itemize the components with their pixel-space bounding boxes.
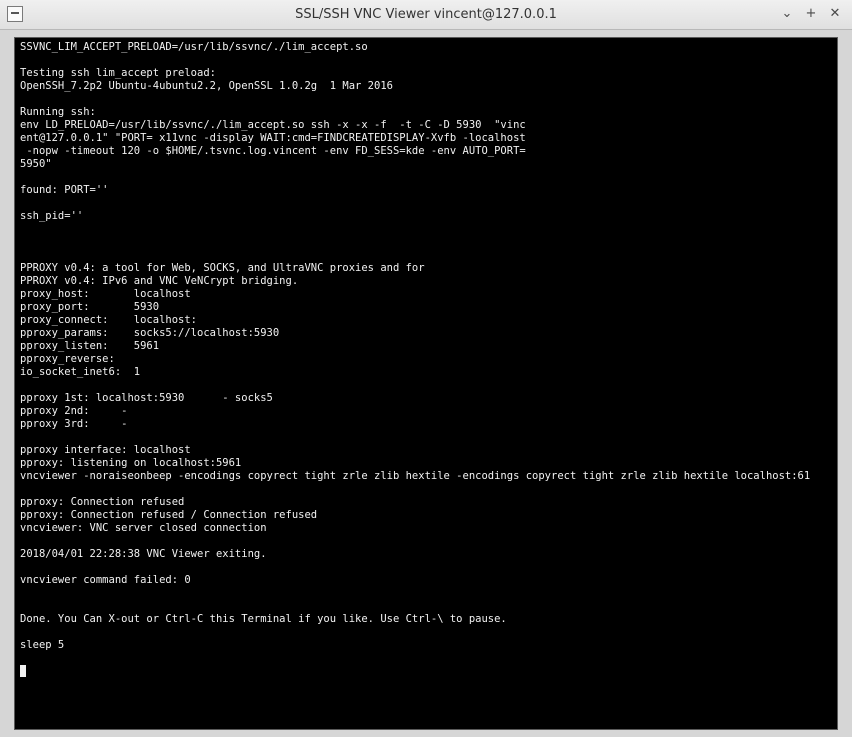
terminal-line: pproxy_params: socks5://localhost:5930: [20, 327, 280, 339]
terminal-line: proxy_port: 5930: [20, 301, 160, 313]
terminal-line: pproxy 2nd: -: [20, 405, 128, 417]
terminal-line: 2018/04/01 22:28:38 VNC Viewer exiting.: [20, 548, 267, 560]
minimize-button[interactable]: ⌄: [778, 5, 796, 23]
window-titlebar[interactable]: SSL/SSH VNC Viewer vincent@127.0.0.1 ⌄ +…: [0, 0, 852, 30]
terminal-line: PPROXY v0.4: a tool for Web, SOCKS, and …: [20, 262, 425, 274]
terminal-line: ssh_pid='': [20, 210, 84, 222]
close-button[interactable]: ✕: [826, 5, 844, 23]
terminal-line: pproxy interface: localhost: [20, 444, 191, 456]
terminal-line: vncviewer -noraiseonbeep -encodings copy…: [20, 470, 811, 482]
terminal-line: ent@127.0.0.1" "PORT= x11vnc -display WA…: [20, 132, 526, 144]
terminal-line: proxy_connect: localhost:: [20, 314, 198, 326]
terminal-line: pproxy 1st: localhost:5930 - socks5: [20, 392, 273, 404]
text-cursor: [20, 665, 26, 677]
terminal-line: Running ssh:: [20, 106, 96, 118]
window-controls: ⌄ + ✕: [778, 5, 844, 23]
terminal-line: sleep 5: [20, 639, 65, 651]
terminal-line: SSVNC_LIM_ACCEPT_PRELOAD=/usr/lib/ssvnc/…: [20, 41, 368, 53]
terminal-line: Testing ssh lim_accept preload:: [20, 67, 216, 79]
terminal-line: vncviewer command failed: 0: [20, 574, 191, 586]
maximize-button[interactable]: +: [802, 5, 820, 23]
window-frame: SSVNC_LIM_ACCEPT_PRELOAD=/usr/lib/ssvnc/…: [0, 30, 852, 737]
terminal-line: pproxy: Connection refused / Connection …: [20, 509, 318, 521]
window-title: SSL/SSH VNC Viewer vincent@127.0.0.1: [295, 7, 557, 22]
terminal-line: pproxy: Connection refused: [20, 496, 185, 508]
terminal-line: Done. You Can X-out or Ctrl-C this Termi…: [20, 613, 507, 625]
terminal-line: pproxy: listening on localhost:5961: [20, 457, 242, 469]
terminal-line: env LD_PRELOAD=/usr/lib/ssvnc/./lim_acce…: [20, 119, 526, 131]
terminal-line: io_socket_inet6: 1: [20, 366, 141, 378]
terminal-screen[interactable]: SSVNC_LIM_ACCEPT_PRELOAD=/usr/lib/ssvnc/…: [14, 37, 838, 730]
terminal-line: proxy_host: localhost: [20, 288, 191, 300]
terminal-cursor-line: [15, 665, 837, 678]
terminal-line: pproxy_reverse:: [20, 353, 115, 365]
terminal-line: pproxy 3rd: -: [20, 418, 128, 430]
terminal-line: 5950": [20, 158, 52, 170]
terminal-output: SSVNC_LIM_ACCEPT_PRELOAD=/usr/lib/ssvnc/…: [15, 41, 837, 678]
terminal-line: -nopw -timeout 120 -o $HOME/.tsvnc.log.v…: [20, 145, 526, 157]
terminal-line: OpenSSH_7.2p2 Ubuntu-4ubuntu2.2, OpenSSL…: [20, 80, 393, 92]
terminal-line: found: PORT='': [20, 184, 109, 196]
terminal-line: pproxy_listen: 5961: [20, 340, 160, 352]
terminal-line: PPROXY v0.4: IPv6 and VNC VeNCrypt bridg…: [20, 275, 299, 287]
terminal-line: vncviewer: VNC server closed connection: [20, 522, 267, 534]
